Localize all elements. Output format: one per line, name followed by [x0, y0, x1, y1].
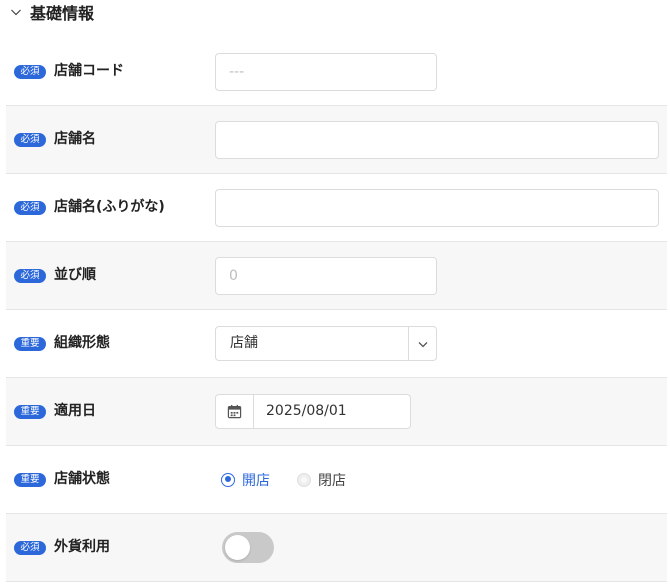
radio-button[interactable]: [221, 472, 235, 487]
required-badge: 必須: [14, 269, 46, 283]
required-badge: 必須: [14, 541, 46, 555]
store-status-radio-group: 開店 閉店: [215, 446, 373, 513]
form-row-store-code: 必須 店舗コード: [6, 38, 667, 106]
field-label-store-code: 店舗コード: [54, 63, 124, 79]
form-row-store-name-kana: 必須 店舗名(ふりがな): [6, 174, 667, 242]
field-label-store-name: 店舗名: [54, 131, 96, 147]
foreign-currency-toggle[interactable]: [222, 532, 274, 563]
radio-button[interactable]: [297, 472, 311, 487]
select-value: 店舗: [230, 335, 258, 351]
field-label-store-name-kana: 店舗名(ふりがな): [54, 199, 165, 215]
section-header[interactable]: 基礎情報: [10, 0, 94, 24]
important-badge: 重要: [14, 473, 46, 487]
form-row-sort-order: 必須 並び順: [6, 242, 667, 310]
field-label-org-type: 組織形態: [54, 335, 110, 351]
radio-label: 閉店: [318, 472, 346, 489]
chevron-down-icon[interactable]: [408, 327, 436, 360]
sort-order-input[interactable]: [215, 257, 437, 295]
section-title: 基礎情報: [30, 4, 95, 23]
store-name-kana-input[interactable]: [215, 189, 659, 227]
chevron-down-icon[interactable]: [10, 6, 22, 18]
effective-date-picker[interactable]: 2025/08/01: [215, 394, 411, 429]
radio-option-open[interactable]: 開店: [221, 470, 270, 490]
date-value[interactable]: 2025/08/01: [254, 395, 410, 428]
form-row-effective-date: 重要 適用日 2025/08/01: [6, 378, 667, 446]
important-badge: 重要: [14, 337, 46, 351]
required-badge: 必須: [14, 133, 46, 147]
toggle-knob: [225, 535, 250, 560]
required-badge: 必須: [14, 201, 46, 215]
store-code-input[interactable]: [215, 53, 437, 91]
radio-option-closed[interactable]: 閉店: [297, 470, 346, 490]
basic-info-form: 必須 店舗コード 必須 店舗名 必須 店舗名(ふりがな) 必須 並び順 重要 組…: [6, 38, 667, 582]
field-label-foreign-currency: 外貨利用: [54, 539, 110, 555]
required-badge: 必須: [14, 65, 46, 79]
radio-label: 開店: [242, 472, 270, 489]
field-label-sort-order: 並び順: [54, 267, 96, 283]
form-row-store-name: 必須 店舗名: [6, 106, 667, 174]
field-label-store-status: 店舗状態: [54, 471, 110, 487]
field-label-effective-date: 適用日: [54, 403, 96, 419]
calendar-icon[interactable]: [216, 395, 254, 428]
form-row-org-type: 重要 組織形態 店舗: [6, 310, 667, 378]
org-type-select[interactable]: 店舗: [215, 326, 437, 361]
important-badge: 重要: [14, 405, 46, 419]
form-row-foreign-currency: 必須 外貨利用: [6, 514, 667, 582]
store-name-input[interactable]: [215, 121, 659, 159]
form-row-store-status: 重要 店舗状態 開店 閉店: [6, 446, 667, 514]
